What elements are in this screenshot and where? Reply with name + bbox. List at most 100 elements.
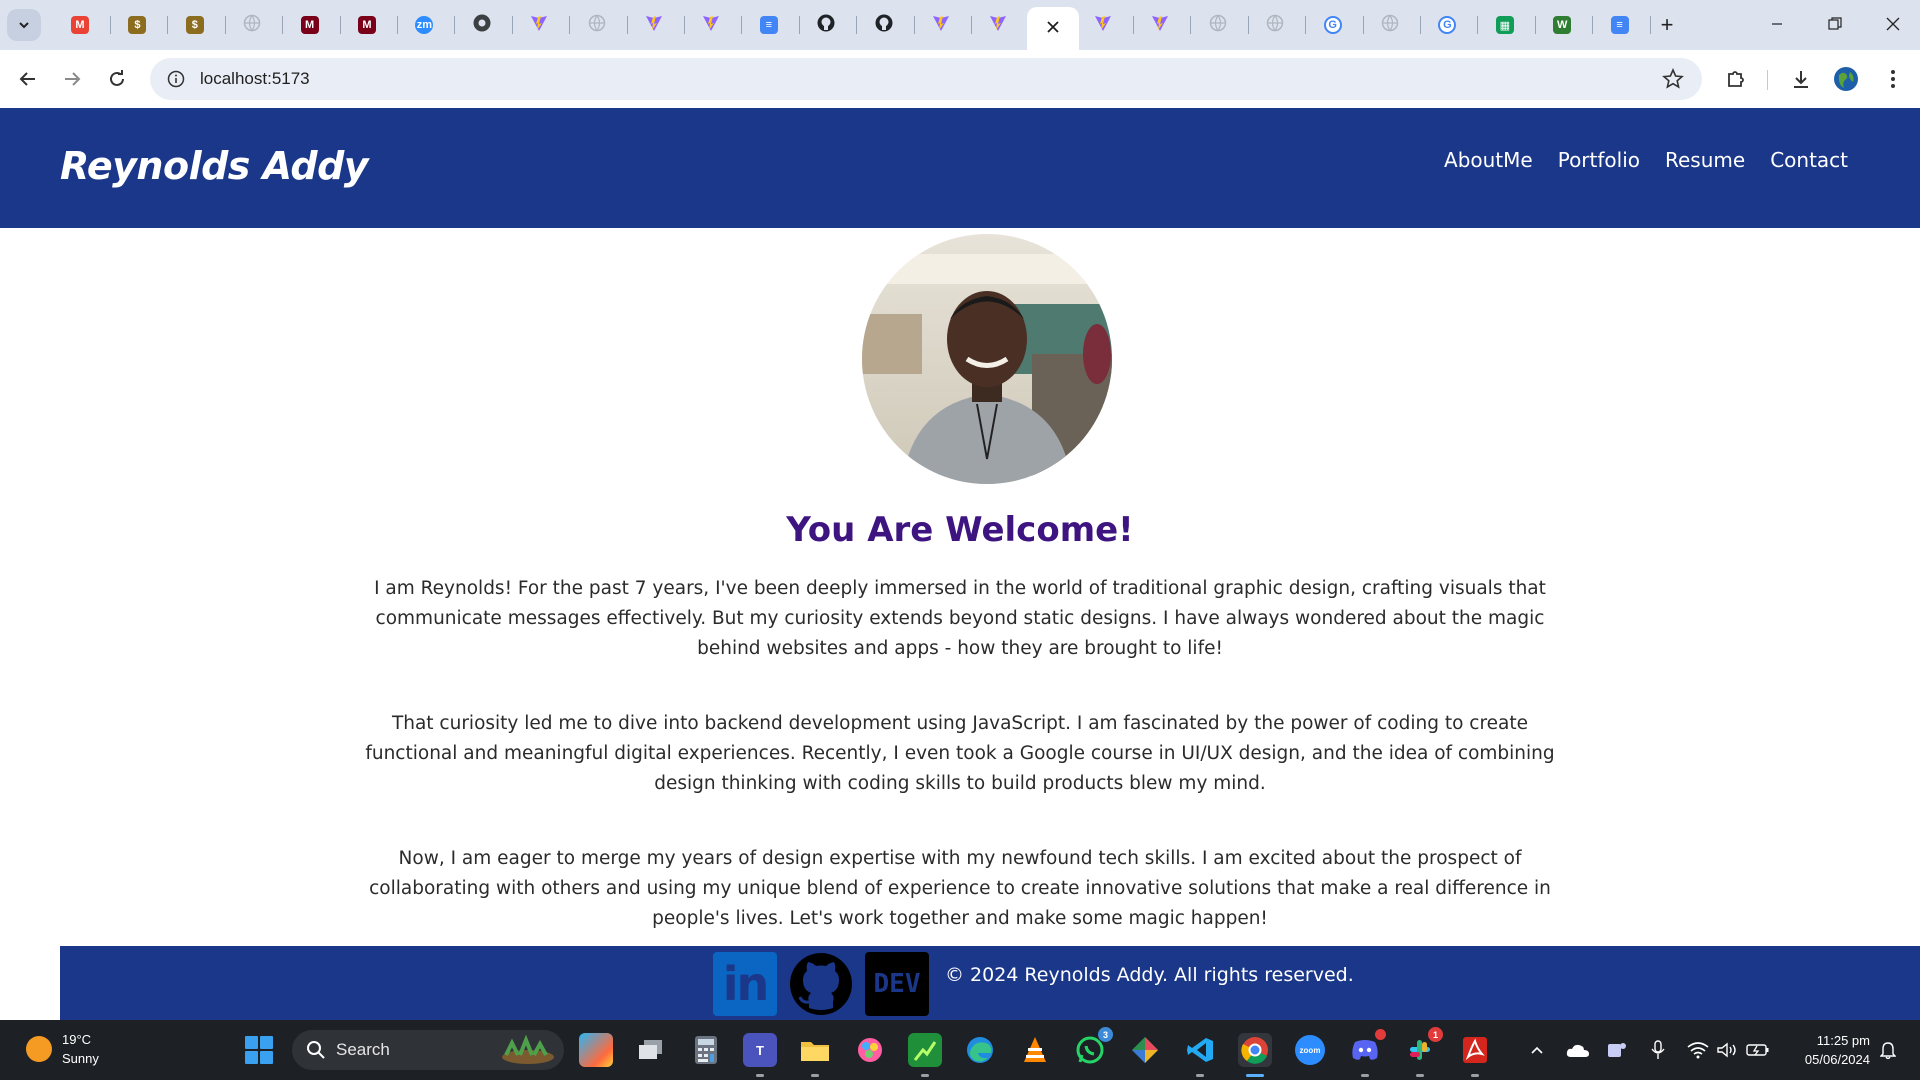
restore-icon [1828, 17, 1842, 30]
tab-separator [741, 16, 743, 34]
tray-volume[interactable] [1714, 1038, 1740, 1062]
tray-teams[interactable] [1604, 1038, 1630, 1062]
browser-tab[interactable]: M [344, 7, 398, 43]
taskbar-search[interactable]: Search [292, 1030, 564, 1070]
minimize-button[interactable] [1748, 0, 1806, 48]
browser-tab[interactable]: ≡ [746, 7, 800, 43]
github-link[interactable] [789, 952, 853, 1016]
reload-button[interactable] [98, 60, 136, 98]
taskbar-app-acrobat[interactable] [1458, 1033, 1492, 1077]
browser-tab[interactable]: ≡ [1597, 7, 1651, 43]
taskbar-clock[interactable]: 11:25 pm 05/06/2024 [1786, 1031, 1870, 1069]
browser-tab[interactable]: W [1539, 7, 1594, 43]
taskbar-app-git-tool[interactable] [1128, 1033, 1162, 1067]
tab-separator [1592, 16, 1594, 34]
taskbar-app-teams[interactable]: T [743, 1033, 777, 1077]
taskbar-app-zoom[interactable]: zoom [1293, 1033, 1327, 1067]
browser-tab[interactable] [229, 7, 284, 43]
browser-tab[interactable] [1367, 7, 1421, 43]
browser-tab[interactable] [1195, 7, 1249, 43]
minimize-icon [1772, 23, 1782, 25]
globe-icon [1209, 14, 1227, 37]
taskbar-app-file-explorer[interactable] [798, 1033, 832, 1077]
back-button[interactable] [9, 60, 47, 98]
restore-button[interactable] [1806, 0, 1864, 48]
chrome-icon [473, 14, 491, 37]
notifications-button[interactable] [1876, 1038, 1900, 1062]
taskbar-app-discord[interactable] [1348, 1029, 1386, 1077]
tab-separator [684, 16, 685, 34]
taskbar-app-whatsapp[interactable]: 3 [1073, 1027, 1113, 1067]
browser-tab[interactable] [803, 7, 858, 43]
tab-separator [167, 16, 169, 34]
tray-onedrive[interactable] [1565, 1038, 1591, 1062]
close-window-button[interactable] [1864, 0, 1920, 48]
teams-icon: T [756, 1042, 764, 1058]
url-text[interactable]: localhost:5173 [200, 69, 310, 89]
browser-tab[interactable]: ▦ [1482, 7, 1536, 43]
show-hidden-icons-button[interactable] [1527, 1038, 1547, 1062]
tray-microphone[interactable] [1646, 1038, 1670, 1062]
forward-button[interactable] [53, 60, 91, 98]
tray-wifi[interactable] [1685, 1038, 1711, 1062]
taskbar-app-vlc[interactable] [1018, 1033, 1052, 1067]
browser-tab[interactable]: $ [172, 7, 226, 43]
nav-link-portfolio[interactable]: Portfolio [1558, 148, 1640, 172]
nav-link-contact[interactable]: Contact [1770, 148, 1848, 172]
nav-link-aboutme[interactable]: AboutMe [1444, 148, 1533, 172]
globe-icon [588, 14, 606, 37]
close-icon [1886, 17, 1900, 31]
tab-search-button[interactable] [7, 9, 41, 41]
new-tab-button[interactable]: + [1652, 10, 1682, 40]
browser-tab[interactable] [1252, 7, 1307, 43]
taskbar-app-spreadsheet[interactable] [908, 1033, 942, 1077]
browser-tab[interactable]: M [57, 7, 111, 43]
browser-tab[interactable] [688, 7, 743, 43]
devto-link[interactable]: DEV [865, 952, 929, 1016]
browser-tab[interactable] [975, 7, 1029, 43]
tray-battery[interactable] [1744, 1038, 1772, 1062]
site-info-icon[interactable] [156, 70, 196, 88]
linkedin-link[interactable]: in [713, 952, 777, 1016]
weather-widget[interactable]: 19°C Sunny [26, 1030, 99, 1068]
close-icon[interactable] [1047, 20, 1059, 38]
browser-tab[interactable] [631, 7, 685, 43]
tab-separator [511, 16, 513, 34]
browser-tab[interactable]: G [1424, 7, 1479, 43]
browser-tab[interactable] [459, 7, 513, 43]
bookmark-star-icon[interactable] [1662, 68, 1684, 90]
zoom-icon: zoom [1295, 1035, 1325, 1065]
taskbar-app-task-view[interactable] [634, 1033, 668, 1067]
taskbar-app-copilot[interactable] [579, 1033, 613, 1067]
whatsapp-badge: 3 [1098, 1027, 1113, 1042]
profile-avatar[interactable] [1827, 60, 1865, 98]
tab-separator [1420, 16, 1421, 34]
browser-tab[interactable] [1137, 7, 1192, 43]
browser-tab[interactable] [1027, 7, 1079, 50]
start-button[interactable] [245, 1036, 273, 1064]
browser-menu-button[interactable] [1874, 60, 1912, 98]
browser-tab[interactable] [574, 7, 628, 43]
browser-tab[interactable]: $ [114, 7, 169, 43]
taskbar-app-edge[interactable] [963, 1033, 997, 1067]
github-icon [817, 14, 835, 37]
downloads-button[interactable] [1782, 60, 1820, 98]
taskbar-app-paint[interactable] [853, 1033, 887, 1067]
taskbar-app-vscode[interactable] [1183, 1033, 1217, 1077]
browser-tab[interactable] [918, 7, 972, 43]
browser-tab[interactable] [516, 7, 571, 43]
browser-tab[interactable]: G [1310, 7, 1364, 43]
folder-icon [801, 1042, 829, 1061]
taskbar-app-calculator[interactable] [689, 1033, 723, 1067]
browser-tab[interactable]: zm [401, 7, 456, 43]
browser-tab[interactable] [861, 7, 915, 43]
browser-tab[interactable]: M [287, 7, 341, 43]
browser-tab[interactable] [1080, 7, 1134, 43]
extensions-button[interactable] [1717, 60, 1755, 98]
site-brand[interactable]: Reynolds Addy [60, 144, 369, 188]
address-bar[interactable]: localhost:5173 [150, 58, 1702, 100]
taskbar-app-slack[interactable]: 1 [1403, 1027, 1443, 1077]
taskbar-app-chrome[interactable] [1238, 1033, 1272, 1077]
tab-separator [856, 16, 858, 34]
nav-link-resume[interactable]: Resume [1665, 148, 1745, 172]
